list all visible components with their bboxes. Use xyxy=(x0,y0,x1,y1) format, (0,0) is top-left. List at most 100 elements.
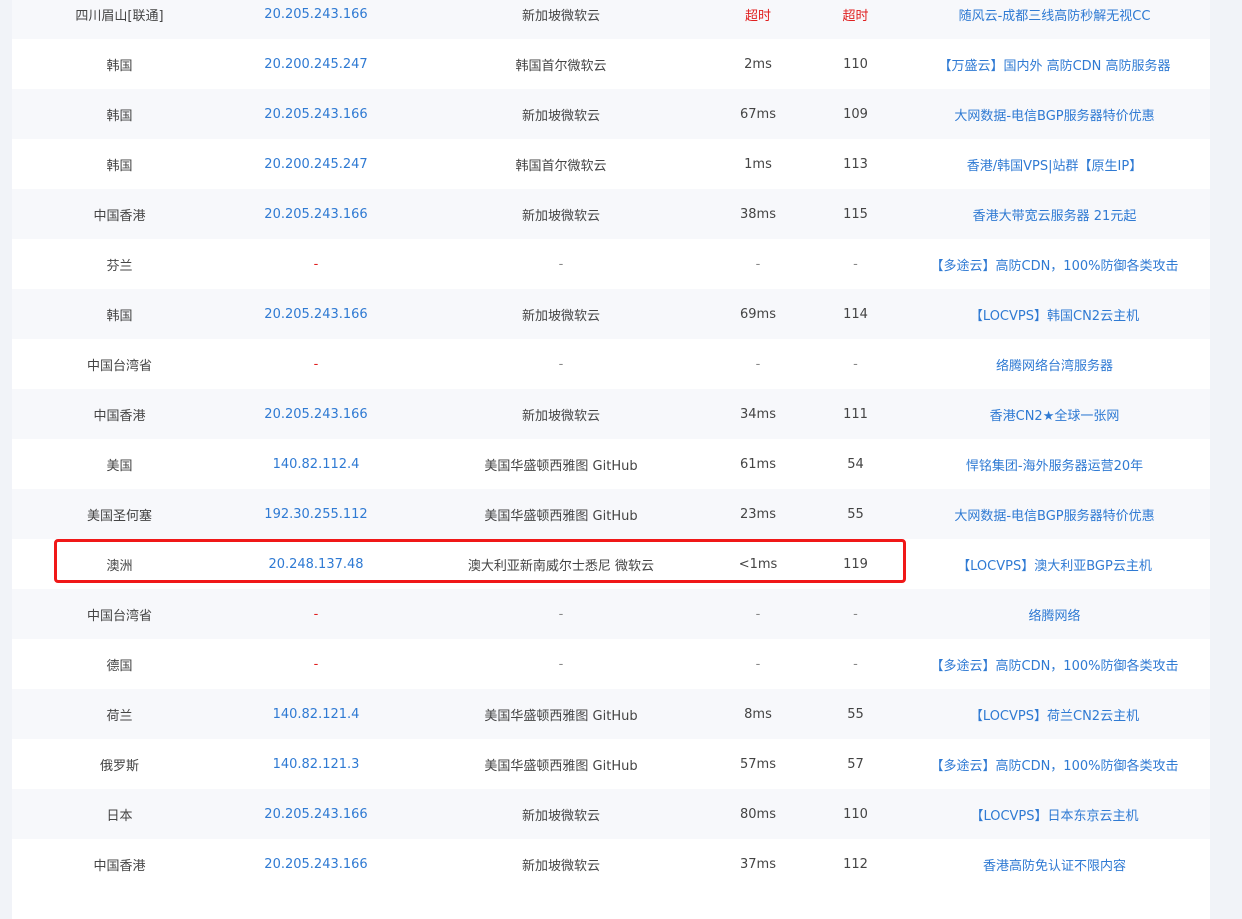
cell-ad-link[interactable]: 大网数据-电信BGP服务器特价优惠 xyxy=(912,105,1197,124)
cell-response-time: 69ms xyxy=(740,306,776,322)
cell-response-time: - xyxy=(755,356,761,372)
cell-response-time: 超时 xyxy=(744,8,771,24)
cell-ip[interactable]: 20.200.245.247 xyxy=(227,157,405,172)
table-row: 日本 20.205.243.166 新加坡微软云 80ms 110 【LOCVPS】日本东… xyxy=(12,789,1210,839)
cell-response-time: - xyxy=(755,656,761,672)
table-row: 美国圣何塞 192.30.255.112 美国华盛顿西雅图 GitHub 23ms 55… xyxy=(12,489,1210,539)
cell-ip: - xyxy=(313,256,319,272)
cell-location: 美国圣何塞 xyxy=(86,508,152,524)
cell-location: 中国香港 xyxy=(93,408,146,424)
cell-isp: - xyxy=(558,356,564,372)
table-row: 韩国 20.205.243.166 新加坡微软云 69ms 114 【LOCVPS】韩国C… xyxy=(12,289,1210,339)
cell-location: 中国香港 xyxy=(93,858,146,874)
cell-ad-link[interactable]: 【多途云】高防CDN，100%防御各类攻击 xyxy=(912,255,1197,274)
cell-ip[interactable]: 20.205.243.166 xyxy=(227,857,405,872)
cell-location: 芬兰 xyxy=(106,258,133,274)
cell-location: 四川眉山[联通] xyxy=(75,8,164,24)
cell-ad-link[interactable]: 络腾网络 xyxy=(912,605,1197,624)
table-row: 荷兰 140.82.121.4 美国华盛顿西雅图 GitHub 8ms 55 【LOCVP… xyxy=(12,689,1210,739)
cell-ad-link[interactable]: 大网数据-电信BGP服务器特价优惠 xyxy=(912,505,1197,524)
cell-ad-link[interactable]: 香港高防免认证不限内容 xyxy=(912,855,1197,874)
cell-ad-link[interactable]: 香港/韩国VPS|站群【原生IP】 xyxy=(912,155,1197,174)
cell-ip[interactable]: 20.248.137.48 xyxy=(227,557,405,572)
cell-ip[interactable]: 20.205.243.166 xyxy=(227,407,405,422)
cell-response-time: 34ms xyxy=(740,406,776,422)
cell-ad-link[interactable]: 【LOCVPS】日本东京云主机 xyxy=(912,805,1197,824)
cell-location: 美国 xyxy=(106,458,133,474)
cell-isp: 澳大利亚新南威尔士悉尼 微软云 xyxy=(467,558,655,574)
cell-ip[interactable]: 20.205.243.166 xyxy=(227,807,405,822)
cell-location: 荷兰 xyxy=(106,708,133,724)
cell-response-time: 1ms xyxy=(744,156,772,172)
table-row: 德国 - - - - 【多途云】高防CDN，100%防御各类攻击 xyxy=(12,639,1210,689)
cell-isp: 韩国首尔微软云 xyxy=(515,158,607,174)
cell-location: 日本 xyxy=(106,808,133,824)
cell-ip[interactable]: 20.205.243.166 xyxy=(227,107,405,122)
cell-location: 中国香港 xyxy=(93,208,146,224)
cell-isp: 美国华盛顿西雅图 GitHub xyxy=(484,708,638,724)
cell-ip[interactable]: 20.200.245.247 xyxy=(227,57,405,72)
table-row: 美国 140.82.112.4 美国华盛顿西雅图 GitHub 61ms 54 悍铭集团-… xyxy=(12,439,1210,489)
cell-ttl: 119 xyxy=(843,556,868,572)
cell-isp: 韩国首尔微软云 xyxy=(515,58,607,74)
cell-ip[interactable]: 20.205.243.166 xyxy=(227,7,405,22)
cell-ttl: 113 xyxy=(843,156,868,172)
cell-ad-link[interactable]: 【LOCVPS】韩国CN2云主机 xyxy=(912,305,1197,324)
cell-ttl: - xyxy=(853,606,858,622)
cell-ad-link[interactable]: 香港大带宽云服务器 21元起 xyxy=(912,205,1197,224)
cell-ttl: 111 xyxy=(843,406,868,422)
table-row: 中国香港 20.205.243.166 新加坡微软云 38ms 115 香港大带宽云服务器… xyxy=(12,189,1210,239)
cell-ad-link[interactable]: 络腾网络台湾服务器 xyxy=(912,355,1197,374)
cell-isp: - xyxy=(558,606,564,622)
cell-isp: 新加坡微软云 xyxy=(521,108,600,124)
cell-ttl: 109 xyxy=(843,106,868,122)
cell-isp: 新加坡微软云 xyxy=(521,858,600,874)
cell-isp: 新加坡微软云 xyxy=(521,408,600,424)
cell-ttl: - xyxy=(853,256,858,272)
cell-ad-link[interactable]: 香港CN2★全球一张网 xyxy=(912,405,1197,424)
cell-ttl: - xyxy=(853,656,858,672)
table-row: 芬兰 - - - - 【多途云】高防CDN，100%防御各类攻击 xyxy=(12,239,1210,289)
cell-ttl: 54 xyxy=(847,456,864,472)
table-row: 韩国 20.200.245.247 韩国首尔微软云 2ms 110 【万盛云】国内外 高防… xyxy=(12,39,1210,89)
cell-isp: - xyxy=(558,256,564,272)
cell-isp: 新加坡微软云 xyxy=(521,808,600,824)
cell-ip[interactable]: 140.82.121.3 xyxy=(227,757,405,772)
table-row: 四川眉山[联通] 20.205.243.166 新加坡微软云 超时 超时 随风云-成都三线… xyxy=(12,0,1210,39)
cell-ip: - xyxy=(313,606,319,622)
cell-ad-link[interactable]: 【万盛云】国内外 高防CDN 高防服务器 xyxy=(912,55,1197,74)
cell-ad-link[interactable]: 悍铭集团-海外服务器运营20年 xyxy=(912,455,1197,474)
cell-location: 韩国 xyxy=(106,308,133,324)
cell-ttl: - xyxy=(853,356,858,372)
cell-ip[interactable]: 140.82.121.4 xyxy=(227,707,405,722)
cell-ad-link[interactable]: 【多途云】高防CDN，100%防御各类攻击 xyxy=(912,755,1197,774)
cell-ad-link[interactable]: 【LOCVPS】荷兰CN2云主机 xyxy=(912,705,1197,724)
cell-isp: 新加坡微软云 xyxy=(521,308,600,324)
cell-response-time: 80ms xyxy=(740,806,776,822)
cell-ad-link[interactable]: 【多途云】高防CDN，100%防御各类攻击 xyxy=(912,655,1197,674)
cell-response-time: 8ms xyxy=(744,706,772,722)
cell-location: 韩国 xyxy=(106,108,133,124)
cell-ad-link[interactable]: 随风云-成都三线高防秒解无视CC xyxy=(912,5,1197,24)
cell-isp: - xyxy=(558,656,564,672)
cell-response-time: - xyxy=(755,256,761,272)
cell-response-time: 67ms xyxy=(740,106,776,122)
table-row: 中国香港 20.205.243.166 新加坡微软云 34ms 111 香港CN2★全球一… xyxy=(12,389,1210,439)
cell-ip[interactable]: 140.82.112.4 xyxy=(227,457,405,472)
cell-ip[interactable]: 192.30.255.112 xyxy=(227,507,405,522)
cell-location: 中国台湾省 xyxy=(86,358,152,374)
cell-response-time: <1ms xyxy=(738,556,778,572)
cell-ad-link[interactable]: 【LOCVPS】澳大利亚BGP云主机 xyxy=(912,555,1197,574)
cell-response-time: 57ms xyxy=(740,756,776,772)
cell-ttl: 55 xyxy=(847,506,864,522)
cell-ttl: 110 xyxy=(843,56,868,72)
cell-response-time: 23ms xyxy=(740,506,776,522)
cell-location: 中国台湾省 xyxy=(86,608,152,624)
cell-ttl: 115 xyxy=(843,206,868,222)
cell-ip[interactable]: 20.205.243.166 xyxy=(227,207,405,222)
cell-isp: 新加坡微软云 xyxy=(521,208,600,224)
table-row: 中国台湾省 - - - - 络腾网络 xyxy=(12,589,1210,639)
cell-response-time: 38ms xyxy=(740,206,776,222)
cell-ip[interactable]: 20.205.243.166 xyxy=(227,307,405,322)
table-row: 俄罗斯 140.82.121.3 美国华盛顿西雅图 GitHub 57ms 57 【多途云… xyxy=(12,739,1210,789)
